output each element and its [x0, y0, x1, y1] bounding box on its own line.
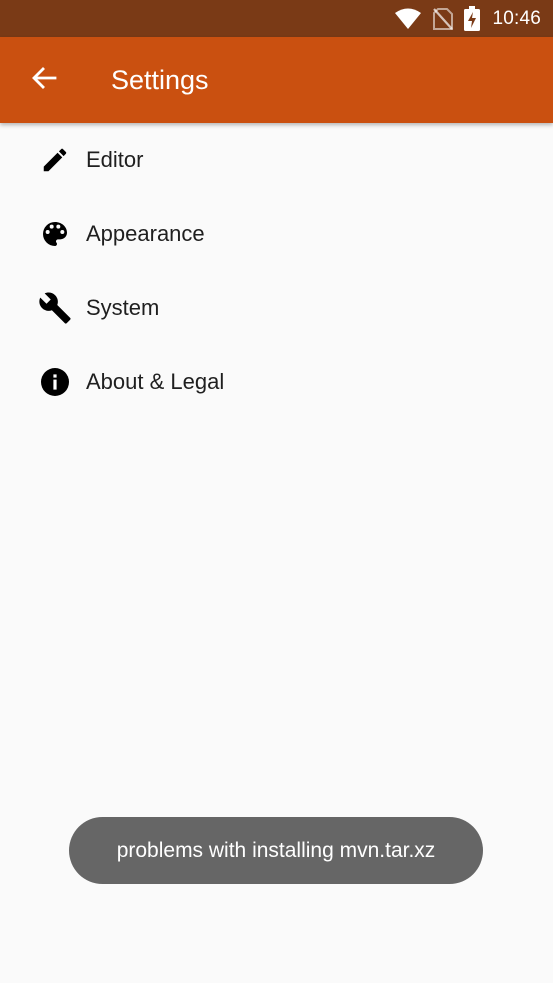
settings-item-system[interactable]: System	[0, 271, 553, 345]
toast: problems with installing mvn.tar.xz	[69, 817, 483, 884]
page-title: Settings	[111, 65, 209, 95]
battery-charging-icon	[464, 6, 481, 31]
settings-item-label: Appearance	[86, 221, 205, 246]
status-icons: 10:46	[394, 0, 541, 37]
back-button[interactable]	[22, 58, 66, 102]
pencil-icon	[38, 143, 72, 177]
settings-list: Editor Appearance System About & Legal	[0, 123, 553, 419]
app-bar: Settings	[0, 37, 553, 123]
settings-item-appearance[interactable]: Appearance	[0, 197, 553, 271]
settings-item-editor[interactable]: Editor	[0, 123, 553, 197]
status-time: 10:46	[492, 7, 541, 29]
settings-item-label: About & Legal	[86, 369, 225, 394]
info-icon	[38, 365, 72, 399]
settings-item-about[interactable]: About & Legal	[0, 345, 553, 419]
status-bar: 10:46	[0, 0, 553, 37]
arrow-back-icon	[31, 66, 57, 94]
wrench-icon	[38, 291, 72, 325]
no-sim-icon	[432, 7, 454, 31]
settings-item-label: System	[86, 295, 160, 320]
wifi-icon	[394, 8, 422, 30]
palette-icon	[38, 217, 72, 251]
toast-message: problems with installing mvn.tar.xz	[116, 838, 436, 862]
settings-item-label: Editor	[86, 147, 144, 172]
